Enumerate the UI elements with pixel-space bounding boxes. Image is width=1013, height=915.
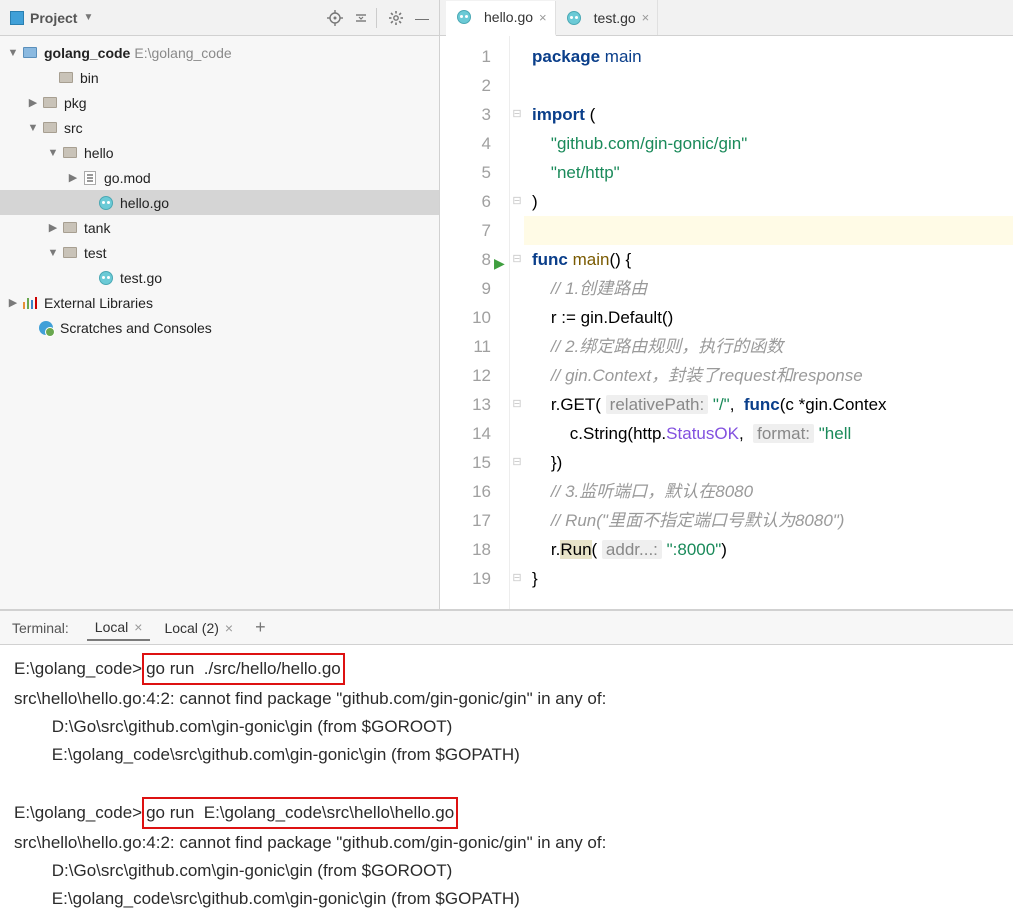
editor-pane: hello.go × test.go × ▶ 12345678910111213141… (440, 0, 1013, 609)
close-icon[interactable]: × (642, 10, 650, 25)
tree-folder-hello[interactable]: ▼hello (0, 140, 439, 165)
line-gutter: ▶ 12345678910111213141516171819 (440, 36, 510, 609)
tree-root[interactable]: ▼ golang_code E:\golang_code (0, 40, 439, 65)
terminal-label: Terminal: (12, 620, 69, 636)
terminal-tabs: Terminal: Local×Local (2)× + (0, 611, 1013, 645)
project-icon (10, 11, 24, 25)
tree-folder-tank[interactable]: ▶tank (0, 215, 439, 240)
terminal-tab[interactable]: Local× (87, 615, 151, 641)
fold-column[interactable]: ⊟⊟⊟⊟⊟⊟ (510, 36, 524, 609)
tree-folder-bin[interactable]: ▶bin (0, 65, 439, 90)
close-icon[interactable]: × (225, 620, 233, 636)
root-name: golang_code (44, 45, 130, 61)
close-icon[interactable]: × (134, 619, 142, 635)
tree-file-hellogo[interactable]: ▶hello.go (0, 190, 439, 215)
tree-file-gomod[interactable]: ▶go.mod (0, 165, 439, 190)
chevron-down-icon[interactable]: ▼ (83, 12, 93, 23)
editor-tab[interactable]: test.go × (556, 0, 659, 35)
sidebar-header: Project ▼ — (0, 0, 439, 36)
editor-tabs: hello.go × test.go × (440, 0, 1013, 36)
tree-folder-src[interactable]: ▼src (0, 115, 439, 140)
sidebar-title[interactable]: Project (30, 10, 77, 26)
run-gutter-icon[interactable]: ▶ (494, 249, 505, 278)
code-content[interactable]: package main import ( "github.com/gin-go… (524, 36, 1013, 609)
tree-folder-test[interactable]: ▼test (0, 240, 439, 265)
terminal-output[interactable]: E:\golang_code>go run ./src/hello/hello.… (0, 645, 1013, 915)
project-sidebar: Project ▼ — ▼ golang_code E:\golang_code… (0, 0, 440, 609)
editor-tab[interactable]: hello.go × (446, 1, 556, 36)
root-path: E:\golang_code (134, 45, 231, 61)
tree-file-testgo[interactable]: ▶test.go (0, 265, 439, 290)
collapse-icon[interactable] (350, 7, 372, 29)
minimize-icon[interactable]: — (411, 7, 433, 29)
terminal-panel: Terminal: Local×Local (2)× + E:\golang_c… (0, 610, 1013, 915)
terminal-add-button[interactable]: + (249, 617, 272, 638)
locate-icon[interactable] (324, 7, 346, 29)
code-area[interactable]: ▶ 12345678910111213141516171819 ⊟⊟⊟⊟⊟⊟ p… (440, 36, 1013, 609)
project-tree[interactable]: ▼ golang_code E:\golang_code ▶bin ▶pkg ▼… (0, 36, 439, 609)
tab-label: hello.go (484, 9, 533, 25)
close-icon[interactable]: × (539, 10, 547, 25)
tree-external-libraries[interactable]: ▶External Libraries (0, 290, 439, 315)
gear-icon[interactable] (385, 7, 407, 29)
terminal-tab[interactable]: Local (2)× (156, 615, 241, 641)
tree-folder-pkg[interactable]: ▶pkg (0, 90, 439, 115)
tab-label: test.go (594, 10, 636, 26)
tree-scratches[interactable]: ▶Scratches and Consoles (0, 315, 439, 340)
